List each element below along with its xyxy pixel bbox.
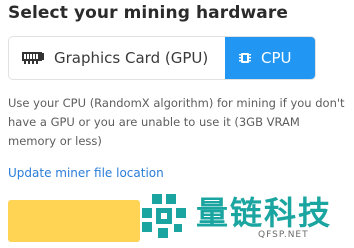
hardware-toggle: Graphics Card (GPU) CPU <box>8 36 316 80</box>
gpu-option-button[interactable]: Graphics Card (GPU) <box>9 37 225 79</box>
watermark-domain-text: QFSP.NET <box>258 230 309 240</box>
cpu-option-button[interactable]: CPU <box>225 37 315 79</box>
gpu-option-label: Graphics Card (GPU) <box>54 49 209 67</box>
start-mining-button[interactable] <box>8 200 140 242</box>
section-heading: Select your mining hardware <box>8 3 288 23</box>
puzzle-logo-icon <box>138 190 190 242</box>
cpu-option-label: CPU <box>261 49 292 67</box>
cpu-description-text: Use your CPU (RandomX algorithm) for min… <box>8 96 345 148</box>
cpu-chip-icon <box>237 50 253 66</box>
gpu-card-icon <box>21 51 45 65</box>
watermark-brand-text: 量链科技 <box>196 194 333 232</box>
update-miner-location-link[interactable]: Update miner file location <box>8 166 164 180</box>
watermark: 量链科技 QFSP.NET <box>138 188 354 248</box>
